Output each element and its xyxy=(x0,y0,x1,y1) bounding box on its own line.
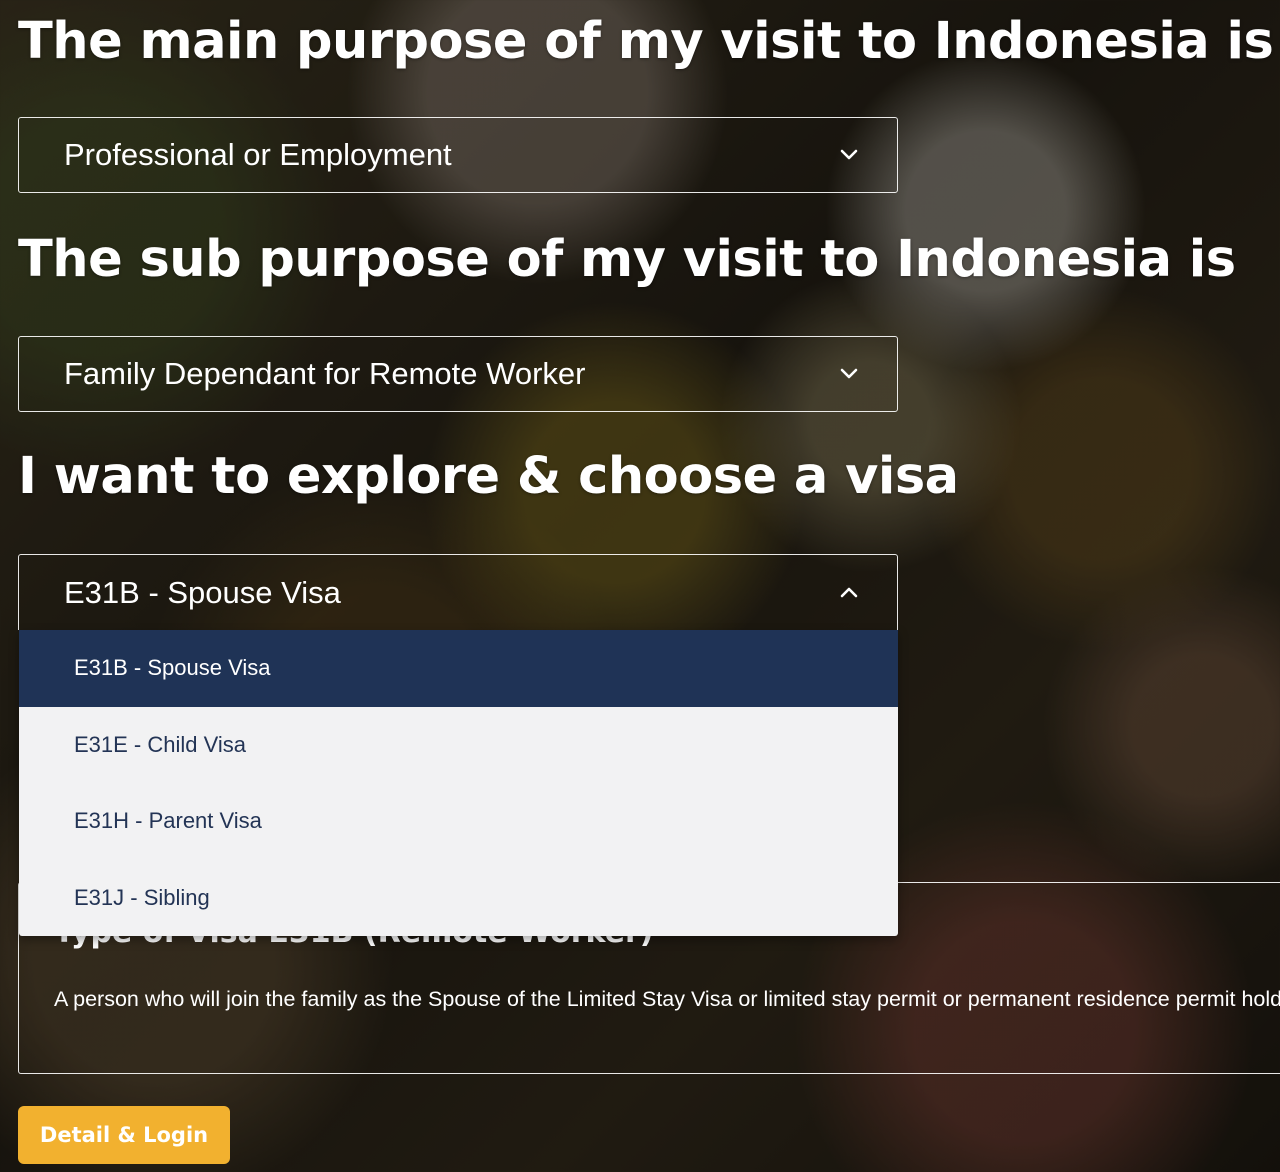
visa-info-description: A person who will join the family as the… xyxy=(54,987,1280,1011)
visa-option-e31e[interactable]: E31E - Child Visa xyxy=(19,707,898,784)
main-purpose-select[interactable]: Professional or Employment xyxy=(18,117,898,193)
main-purpose-heading: The main purpose of my visit to Indonesi… xyxy=(18,12,1274,71)
chevron-down-icon xyxy=(837,362,861,386)
visa-option-e31b[interactable]: E31B - Spouse Visa xyxy=(19,630,898,707)
visa-select[interactable]: E31B - Spouse Visa xyxy=(18,554,898,630)
visa-select-value: E31B - Spouse Visa xyxy=(64,574,341,610)
visa-option-e31h[interactable]: E31H - Parent Visa xyxy=(19,783,898,860)
main-purpose-select-value: Professional or Employment xyxy=(64,137,452,172)
visa-option-e31j[interactable]: E31J - Sibling xyxy=(19,860,898,937)
chevron-down-icon xyxy=(837,143,861,167)
visa-dropdown-menu: E31B - Spouse Visa E31E - Child Visa E31… xyxy=(19,630,898,936)
sub-purpose-select[interactable]: Family Dependant for Remote Worker xyxy=(18,336,898,412)
sub-purpose-heading: The sub purpose of my visit to Indonesia… xyxy=(18,230,1236,289)
sub-purpose-select-value: Family Dependant for Remote Worker xyxy=(64,356,586,391)
explore-visa-heading: I want to explore & choose a visa xyxy=(18,447,959,506)
chevron-up-icon xyxy=(837,581,861,605)
detail-login-button[interactable]: Detail & Login xyxy=(18,1106,230,1164)
